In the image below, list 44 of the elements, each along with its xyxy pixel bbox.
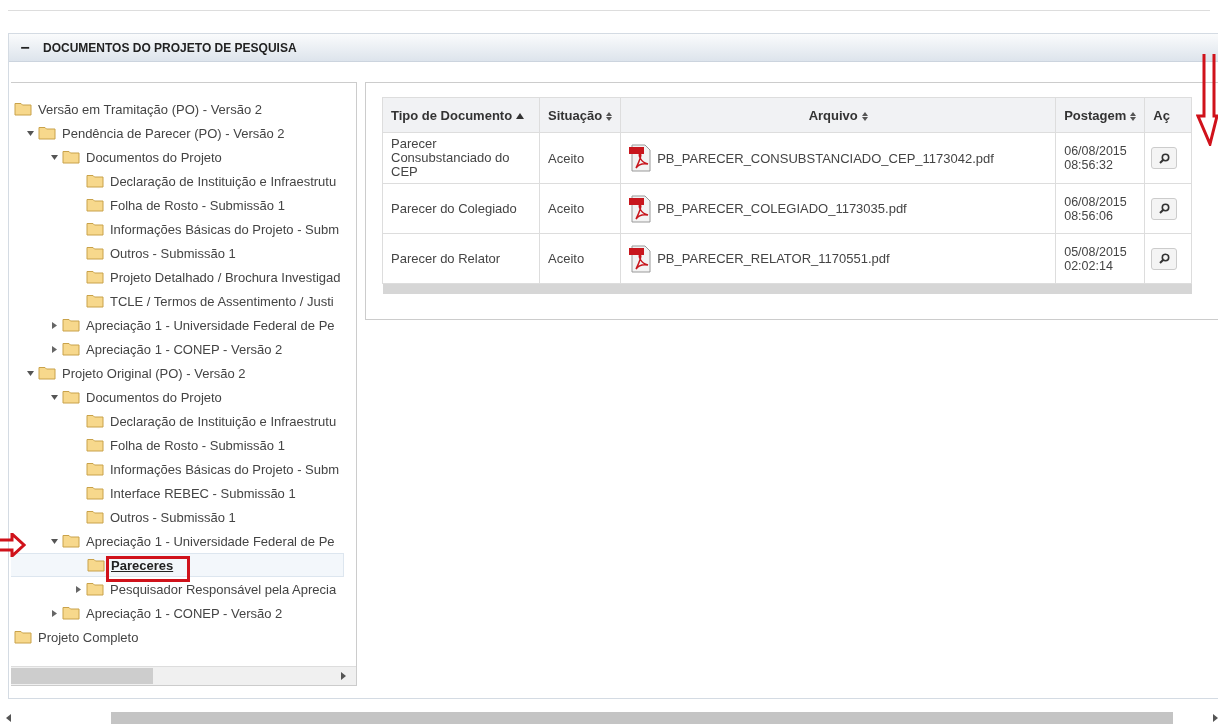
time-text: 08:56:32 <box>1064 158 1114 172</box>
table-cell: Aceito <box>539 183 621 234</box>
tree-item[interactable]: Declaração de Instituição e Infraestrutu <box>11 409 356 433</box>
tree-item[interactable]: Pendência de Parecer (PO) - Versão 2 <box>11 121 356 145</box>
tree-item[interactable]: TCLE / Termos de Assentimento / Justi <box>11 289 356 313</box>
tree-item[interactable]: Interface REBEC - Submissão 1 <box>11 481 356 505</box>
column-header[interactable]: Postagem <box>1055 97 1145 133</box>
column-header[interactable]: Situação <box>539 97 621 133</box>
tree-item[interactable]: Apreciação 1 - Universidade Federal de Pe <box>11 313 356 337</box>
table-cell: Aceito <box>539 132 621 184</box>
tree-item[interactable]: Folha de Rosto - Submissão 1 <box>11 193 356 217</box>
file-link[interactable]: PB_PARECER_RELATOR_1170551.pdf <box>657 251 890 266</box>
time-text: 02:02:14 <box>1064 258 1114 273</box>
tree-item[interactable]: Pareceres <box>11 553 344 577</box>
tree-item[interactable]: Pesquisador Responsável pela Aprecia <box>11 577 356 601</box>
file-link[interactable]: PB_PARECER_COLEGIADO_1173035.pdf <box>657 201 907 216</box>
time-text: 08:56:06 <box>1064 208 1114 223</box>
tree-item[interactable]: Declaração de Instituição e Infraestrutu <box>11 169 356 193</box>
tree-item[interactable]: Documentos do Projeto <box>11 385 356 409</box>
tree-item[interactable]: Versão em Tramitação (PO) - Versão 2 <box>11 97 356 121</box>
tree-item[interactable]: Projeto Original (PO) - Versão 2 <box>11 361 356 385</box>
table-cell: Parecer Consubstanciado do CEP <box>382 132 540 184</box>
tree-item[interactable]: Outros - Submissão 1 <box>11 505 356 529</box>
tree-item[interactable]: Documentos do Projeto <box>11 145 356 169</box>
tree-item[interactable]: Apreciação 1 - CONEP - Versão 2 <box>11 337 356 361</box>
column-header[interactable]: Arquivo <box>620 97 1056 133</box>
tree-item[interactable]: Projeto Detalhado / Brochura Investigad <box>11 265 356 289</box>
table-cell: Aceito <box>539 233 621 284</box>
date-text: 06/08/2015 <box>1064 194 1128 209</box>
column-header[interactable]: Aç <box>1144 97 1192 133</box>
tree-item[interactable]: Outros - Submissão 1 <box>11 241 356 265</box>
collapse-button[interactable]: − <box>17 39 33 56</box>
section-title: DOCUMENTOS DO PROJETO DE PESQUISA <box>43 40 297 55</box>
table-cell: Parecer do Relator <box>382 233 540 284</box>
date-text: 06/08/2015 <box>1064 144 1128 158</box>
table-cell: Parecer do Colegiado <box>382 183 540 234</box>
tree-item[interactable]: Projeto Completo <box>11 625 356 649</box>
tree-item[interactable]: Apreciação 1 - Universidade Federal de Pe <box>11 529 356 553</box>
date-text: 05/08/2015 <box>1064 244 1128 259</box>
column-header[interactable]: Tipo de Documento <box>382 97 540 133</box>
tree-item[interactable]: Apreciação 1 - CONEP - Versão 2 <box>11 601 356 625</box>
tree-item[interactable]: Informações Básicas do Projeto - Subm <box>11 217 356 241</box>
tree-item[interactable]: Folha de Rosto - Submissão 1 <box>11 433 356 457</box>
tree-item[interactable]: Informações Básicas do Projeto - Subm <box>11 457 356 481</box>
